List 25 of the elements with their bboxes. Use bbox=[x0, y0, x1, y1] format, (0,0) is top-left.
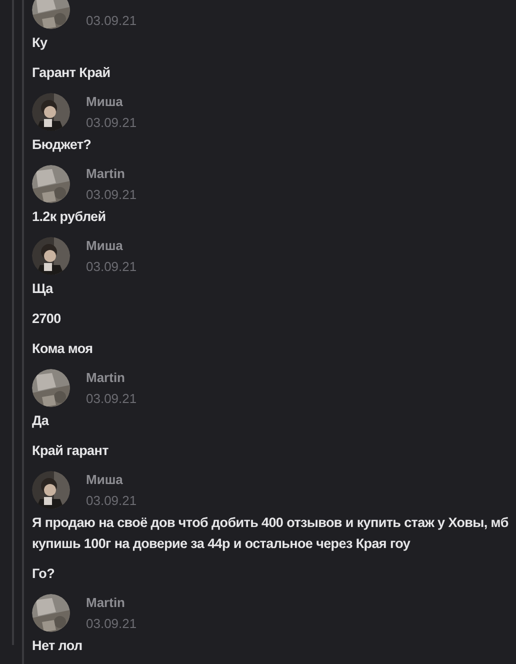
message-date: 03.09.21 bbox=[86, 390, 137, 408]
message-date: 03.09.21 bbox=[86, 615, 137, 633]
message-text: Край гарант bbox=[32, 442, 110, 460]
message-date: 03.09.21 bbox=[86, 114, 137, 132]
message-text: Да bbox=[32, 412, 50, 430]
message-text: Ща bbox=[32, 280, 54, 298]
message-text: Кома моя bbox=[32, 340, 94, 358]
message-date: 03.09.21 bbox=[86, 186, 137, 204]
message-text: 1.2к рублей bbox=[32, 208, 107, 226]
author-name: Миша bbox=[86, 93, 124, 111]
message-date: 03.09.21 bbox=[86, 258, 137, 276]
message-text: Нет лол bbox=[32, 637, 84, 655]
message-text: Го? bbox=[32, 565, 56, 583]
message-text: Гарант Край bbox=[32, 64, 112, 82]
message-text: 2700 bbox=[32, 310, 62, 328]
message-date: 03.09.21 bbox=[86, 12, 137, 30]
author-name: Martin bbox=[86, 594, 126, 612]
author-name: Martin bbox=[86, 165, 126, 183]
message-text: Я продаю на своё дов чтоб добить 400 отзывов и купить стаж у Ховы, мб купишь 100г на доверие за 44р и остальное через Края гоу bbox=[32, 514, 510, 553]
author-name: Martin bbox=[86, 369, 126, 387]
message-date: 03.09.21 bbox=[86, 492, 137, 510]
author-name: Миша bbox=[86, 471, 124, 489]
message-text: Бюджет? bbox=[32, 136, 92, 154]
message-text: Ку bbox=[32, 34, 48, 52]
author-name: Миша bbox=[86, 237, 124, 255]
